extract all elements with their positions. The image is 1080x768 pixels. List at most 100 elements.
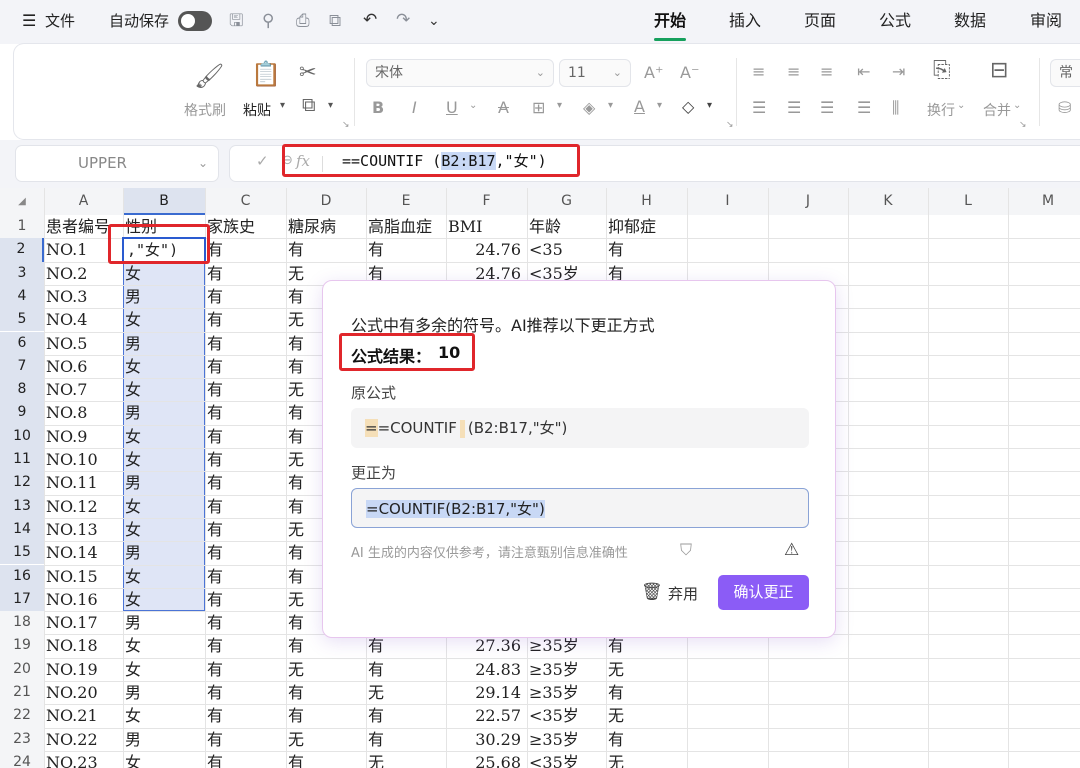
cell[interactable]: NO.21 [46, 704, 129, 727]
paste-icon[interactable]: 📋 [251, 60, 281, 88]
cell[interactable]: 糖尿病 [288, 215, 364, 238]
row-header[interactable]: 12 [0, 471, 44, 495]
cell[interactable]: 有 [207, 588, 284, 611]
column-header-f[interactable]: F [446, 188, 527, 215]
cell[interactable]: 男 [125, 401, 203, 424]
column-header-b[interactable]: B [123, 188, 205, 215]
cell[interactable]: 无 [288, 728, 364, 751]
cell[interactable]: 有 [207, 751, 284, 768]
cell[interactable]: NO.12 [46, 495, 129, 518]
distributed-icon[interactable]: ⫼ [892, 98, 899, 118]
cell[interactable]: 无 [368, 681, 444, 704]
column-header-l[interactable]: L [928, 188, 1008, 215]
border-icon[interactable]: ⊞ [532, 98, 545, 117]
font-launcher-icon[interactable]: ↘ [726, 120, 734, 130]
cell[interactable]: 有 [368, 728, 444, 751]
align-bottom-icon[interactable]: ≡ [820, 62, 833, 81]
cell[interactable]: 22.57 [448, 704, 525, 727]
cell[interactable]: 有 [207, 728, 284, 751]
paste-button[interactable]: 粘贴 [243, 100, 271, 120]
indent-increase-icon[interactable]: ⇥ [892, 62, 905, 81]
cell[interactable]: NO.8 [46, 401, 129, 424]
cell[interactable]: 女 [125, 704, 203, 727]
indent-decrease-icon[interactable]: ⇤ [857, 62, 870, 81]
number-format-select[interactable]: 常 [1050, 59, 1080, 87]
row-header[interactable]: 15 [0, 541, 44, 565]
cell[interactable]: 25.68 [448, 751, 525, 768]
print-icon[interactable]: ⎙ [296, 11, 310, 31]
cell[interactable]: 有 [207, 401, 284, 424]
save-icon[interactable]: 🖫 [229, 11, 243, 31]
cell[interactable]: NO.9 [46, 425, 129, 448]
row-header[interactable]: 6 [0, 331, 44, 355]
cell[interactable]: ≥35岁 [529, 681, 604, 704]
font-color-icon[interactable]: A [634, 97, 645, 116]
cell[interactable]: NO.20 [46, 681, 129, 704]
fill-color-icon[interactable]: ◈ [583, 98, 595, 117]
row-header[interactable]: 21 [0, 681, 44, 705]
column-header-g[interactable]: G [527, 188, 606, 215]
align-right-icon[interactable]: ☰ [820, 98, 834, 117]
row-header[interactable]: 4 [0, 284, 44, 309]
autosave-toggle[interactable] [178, 11, 212, 31]
select-all-corner[interactable]: ◢ [0, 188, 44, 215]
underline-dropdown-icon[interactable]: ⌄ [469, 100, 477, 111]
row-header[interactable]: 7 [0, 354, 44, 379]
cell[interactable]: 女 [125, 308, 203, 331]
wrap-dropdown-icon[interactable]: ⌄ [957, 100, 965, 111]
merge-dropdown-icon[interactable]: ⌄ [1013, 100, 1021, 111]
confirm-correction-button[interactable]: 确认更正 [718, 575, 809, 610]
row-header[interactable]: 10 [0, 424, 44, 448]
corrected-formula-box[interactable]: =COUNTIF(B2:B17,"女") [351, 488, 809, 528]
row-header[interactable]: 16 [0, 564, 44, 588]
file-menu[interactable]: 文件 [45, 11, 75, 31]
cell[interactable]: 无 [288, 658, 364, 681]
cell[interactable]: 有 [368, 658, 444, 681]
cell[interactable]: NO.15 [46, 565, 129, 588]
cell[interactable]: 无 [608, 704, 685, 727]
cell[interactable]: NO.14 [46, 541, 129, 564]
cell[interactable]: 有 [608, 728, 685, 751]
redo-icon[interactable]: ↷ [396, 10, 410, 30]
column-header-m[interactable]: M [1008, 188, 1080, 215]
cell[interactable]: 年龄 [529, 215, 604, 238]
tab-page[interactable]: 页面 [804, 10, 836, 32]
row-header[interactable]: 14 [0, 517, 44, 542]
cell[interactable]: NO.23 [46, 751, 129, 768]
cell[interactable]: 抑郁症 [608, 215, 685, 238]
column-header-c[interactable]: C [205, 188, 286, 215]
row-header[interactable]: 23 [0, 727, 44, 751]
column-header-h[interactable]: H [606, 188, 687, 215]
clipboard-launcher-icon[interactable]: ↘ [342, 120, 350, 130]
cell[interactable]: 有 [207, 704, 284, 727]
cell[interactable]: NO.6 [46, 355, 129, 378]
clear-dropdown-icon[interactable]: ▾ [707, 100, 712, 111]
name-box[interactable]: UPPER ⌄ [16, 146, 218, 181]
cell[interactable]: 女 [125, 355, 203, 378]
cell[interactable]: NO.18 [46, 634, 129, 657]
undo-icon[interactable]: ↶ [363, 10, 377, 30]
cell[interactable]: 高脂血症 [368, 215, 444, 238]
cell[interactable]: 有 [288, 751, 364, 768]
cell[interactable]: ≥35岁 [529, 728, 604, 751]
cell[interactable]: 有 [608, 681, 685, 704]
cell[interactable]: 有 [207, 565, 284, 588]
row-header[interactable]: 3 [0, 261, 44, 285]
align-top-icon[interactable]: ≡ [752, 62, 765, 81]
cell[interactable]: 24.83 [448, 658, 525, 681]
format-painter-icon[interactable]: 🖌 [194, 62, 224, 90]
cell[interactable]: NO.11 [46, 471, 129, 494]
cell[interactable]: 女 [125, 565, 203, 588]
cell[interactable]: NO.7 [46, 378, 129, 401]
cell[interactable]: 有 [207, 541, 284, 564]
trash-icon[interactable]: 🗑 [641, 582, 663, 602]
tab-home[interactable]: 开始 [654, 10, 686, 32]
bold-icon[interactable]: B [372, 98, 384, 117]
cell[interactable]: 女 [125, 634, 203, 657]
row-header[interactable]: 5 [0, 308, 44, 332]
cell[interactable]: 有 [207, 332, 284, 355]
italic-icon[interactable]: I [412, 98, 417, 117]
cell[interactable]: 29.14 [448, 681, 525, 704]
row-header[interactable]: 1 [0, 215, 44, 239]
cell[interactable]: NO.2 [46, 262, 129, 285]
